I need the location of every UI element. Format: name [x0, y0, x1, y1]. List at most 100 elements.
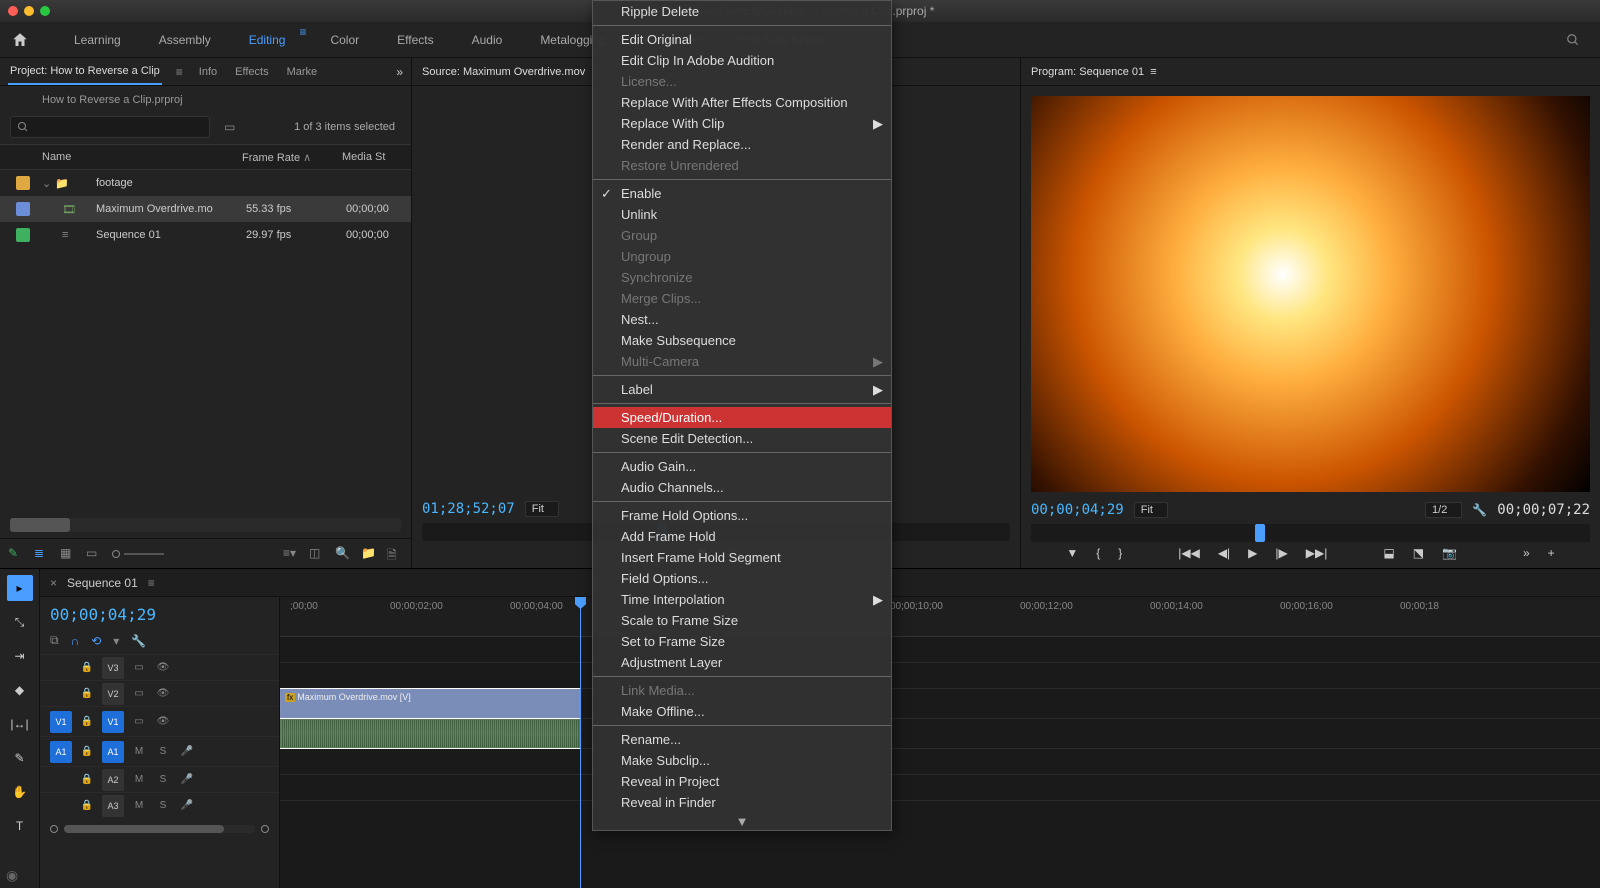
tab-menu-icon[interactable]: ≡: [176, 65, 183, 79]
menu-frame-hold-options[interactable]: Frame Hold Options...: [593, 505, 891, 526]
menu-field-options[interactable]: Field Options...: [593, 568, 891, 589]
menu-reveal-in-finder[interactable]: Reveal in Finder: [593, 792, 891, 813]
menu-edit-clip-in-adobe-audition[interactable]: Edit Clip In Adobe Audition: [593, 50, 891, 71]
search-icon[interactable]: [1566, 33, 1580, 47]
find-icon[interactable]: 🔍: [335, 546, 351, 562]
project-horizontal-scrollbar[interactable]: [10, 518, 401, 532]
automate-icon[interactable]: ◫: [309, 546, 325, 562]
mute-icon[interactable]: M: [130, 797, 148, 815]
minimize-window[interactable]: [24, 6, 34, 16]
new-item-icon[interactable]: 🗎: [387, 546, 403, 562]
go-to-in-icon[interactable]: |◀◀: [1178, 546, 1200, 560]
workspace-color[interactable]: Color: [316, 25, 373, 55]
pen-icon[interactable]: ✎: [8, 546, 24, 562]
pen-tool[interactable]: ✎: [7, 745, 33, 771]
table-row[interactable]: 🎞Maximum Overdrive.mo55.33 fps00;00;00: [0, 196, 411, 222]
lift-icon[interactable]: ⬓: [1383, 546, 1394, 560]
track-target[interactable]: A2: [102, 769, 124, 791]
source-patch[interactable]: V1: [50, 711, 72, 733]
voiceover-icon[interactable]: 🎤: [178, 797, 196, 815]
menu-rename[interactable]: Rename...: [593, 729, 891, 750]
tab-markers[interactable]: Marke: [285, 60, 320, 84]
track-v1-lane[interactable]: fxMaximum Overdrive.mov [V]: [280, 689, 1600, 719]
menu-insert-frame-hold-segment[interactable]: Insert Frame Hold Segment: [593, 547, 891, 568]
marker-icon[interactable]: ▾: [113, 634, 119, 648]
workspace-audio[interactable]: Audio: [458, 25, 517, 55]
more-tabs-icon[interactable]: »: [396, 65, 403, 79]
workspace-dropdown-icon[interactable]: ≡: [299, 25, 306, 55]
icon-view-icon[interactable]: ▦: [60, 546, 76, 562]
label-color[interactable]: [16, 202, 30, 216]
tab-program[interactable]: Program: Sequence 01 ≡: [1029, 60, 1159, 84]
menu-unlink[interactable]: Unlink: [593, 204, 891, 225]
list-view-icon[interactable]: ≣: [34, 546, 50, 562]
track-target[interactable]: A1: [102, 741, 124, 763]
step-back-icon[interactable]: ◀|: [1218, 546, 1230, 560]
project-search-input[interactable]: [10, 116, 210, 138]
toggle-output-icon[interactable]: 👁: [154, 659, 172, 677]
track-target[interactable]: V3: [102, 657, 124, 679]
sync-lock-icon[interactable]: ▭: [130, 685, 148, 703]
timeline-tracks-area[interactable]: ;00;0000;00;02;0000;00;04;0000;00;10;000…: [280, 597, 1600, 888]
program-timecode-in[interactable]: 00;00;04;29: [1031, 502, 1124, 518]
timeline-ruler[interactable]: ;00;0000;00;02;0000;00;04;0000;00;10;000…: [280, 597, 1600, 637]
lock-icon[interactable]: 🔒: [78, 713, 96, 731]
workspace-assembly[interactable]: Assembly: [145, 25, 225, 55]
voiceover-icon[interactable]: 🎤: [178, 743, 196, 761]
mark-out-icon[interactable]: }: [1118, 546, 1122, 560]
go-to-out-icon[interactable]: ▶▶|: [1306, 546, 1328, 560]
label-color[interactable]: [16, 228, 30, 242]
menu-make-offline[interactable]: Make Offline...: [593, 701, 891, 722]
zoom-slider[interactable]: [112, 550, 164, 558]
extract-icon[interactable]: ⬔: [1413, 546, 1424, 560]
menu-replace-with-after-effects-composition[interactable]: Replace With After Effects Composition: [593, 92, 891, 113]
menu-reveal-in-project[interactable]: Reveal in Project: [593, 771, 891, 792]
menu-nest[interactable]: Nest...: [593, 309, 891, 330]
col-name[interactable]: Name: [42, 151, 242, 163]
menu-speed-duration[interactable]: Speed/Duration...: [593, 407, 891, 428]
menu-audio-gain[interactable]: Audio Gain...: [593, 456, 891, 477]
zoom-window[interactable]: [40, 6, 50, 16]
export-frame-icon[interactable]: 📷: [1442, 546, 1457, 560]
track-target[interactable]: A3: [102, 795, 124, 817]
snap-icon[interactable]: ∩: [71, 634, 80, 648]
tab-source[interactable]: Source: Maximum Overdrive.mov: [420, 60, 587, 84]
track-target[interactable]: V2: [102, 683, 124, 705]
freeform-view-icon[interactable]: ▭: [86, 546, 102, 562]
track-v2-lane[interactable]: [280, 663, 1600, 689]
menu-edit-original[interactable]: Edit Original: [593, 29, 891, 50]
solo-icon[interactable]: S: [154, 743, 172, 761]
track-header-v3[interactable]: 🔒 V3 ▭ 👁: [40, 654, 279, 680]
label-color[interactable]: [16, 176, 30, 190]
tab-info[interactable]: Info: [197, 60, 219, 84]
track-select-tool[interactable]: ⤡: [7, 609, 33, 635]
mark-in-icon[interactable]: {: [1096, 546, 1100, 560]
button-editor-more-icon[interactable]: »: [1523, 546, 1530, 560]
menu-label[interactable]: Label▶: [593, 379, 891, 400]
menu-make-subsequence[interactable]: Make Subsequence: [593, 330, 891, 351]
settings-icon[interactable]: 🔧: [1472, 503, 1487, 517]
tab-project[interactable]: Project: How to Reverse a Clip: [8, 59, 162, 85]
mute-icon[interactable]: M: [130, 743, 148, 761]
lock-icon[interactable]: 🔒: [78, 659, 96, 677]
sync-lock-icon[interactable]: ▭: [130, 659, 148, 677]
zoom-in-icon[interactable]: [261, 825, 269, 833]
sync-lock-icon[interactable]: ▭: [130, 713, 148, 731]
workspace-learning[interactable]: Learning: [60, 25, 135, 55]
playhead[interactable]: [580, 597, 581, 888]
track-header-v2[interactable]: 🔒V2▭👁: [40, 680, 279, 706]
lock-icon[interactable]: 🔒: [78, 797, 96, 815]
program-zoom-dropdown[interactable]: 1/2: [1425, 502, 1462, 518]
sort-icon[interactable]: ≡▾: [283, 546, 299, 562]
track-header-a1[interactable]: A1🔒A1MS🎤: [40, 736, 279, 766]
menu-render-and-replace[interactable]: Render and Replace...: [593, 134, 891, 155]
menu-adjustment-layer[interactable]: Adjustment Layer: [593, 652, 891, 673]
creative-cloud-icon[interactable]: ◉: [6, 867, 18, 884]
close-window[interactable]: [8, 6, 18, 16]
step-forward-icon[interactable]: |▶: [1275, 546, 1287, 560]
workspace-editing[interactable]: Editing: [235, 25, 300, 55]
clip-audio[interactable]: [280, 719, 580, 748]
sequence-menu-icon[interactable]: ≡: [148, 576, 155, 590]
table-row[interactable]: ≡Sequence 0129.97 fps00;00;00: [0, 222, 411, 248]
menu-scene-edit-detection[interactable]: Scene Edit Detection...: [593, 428, 891, 449]
